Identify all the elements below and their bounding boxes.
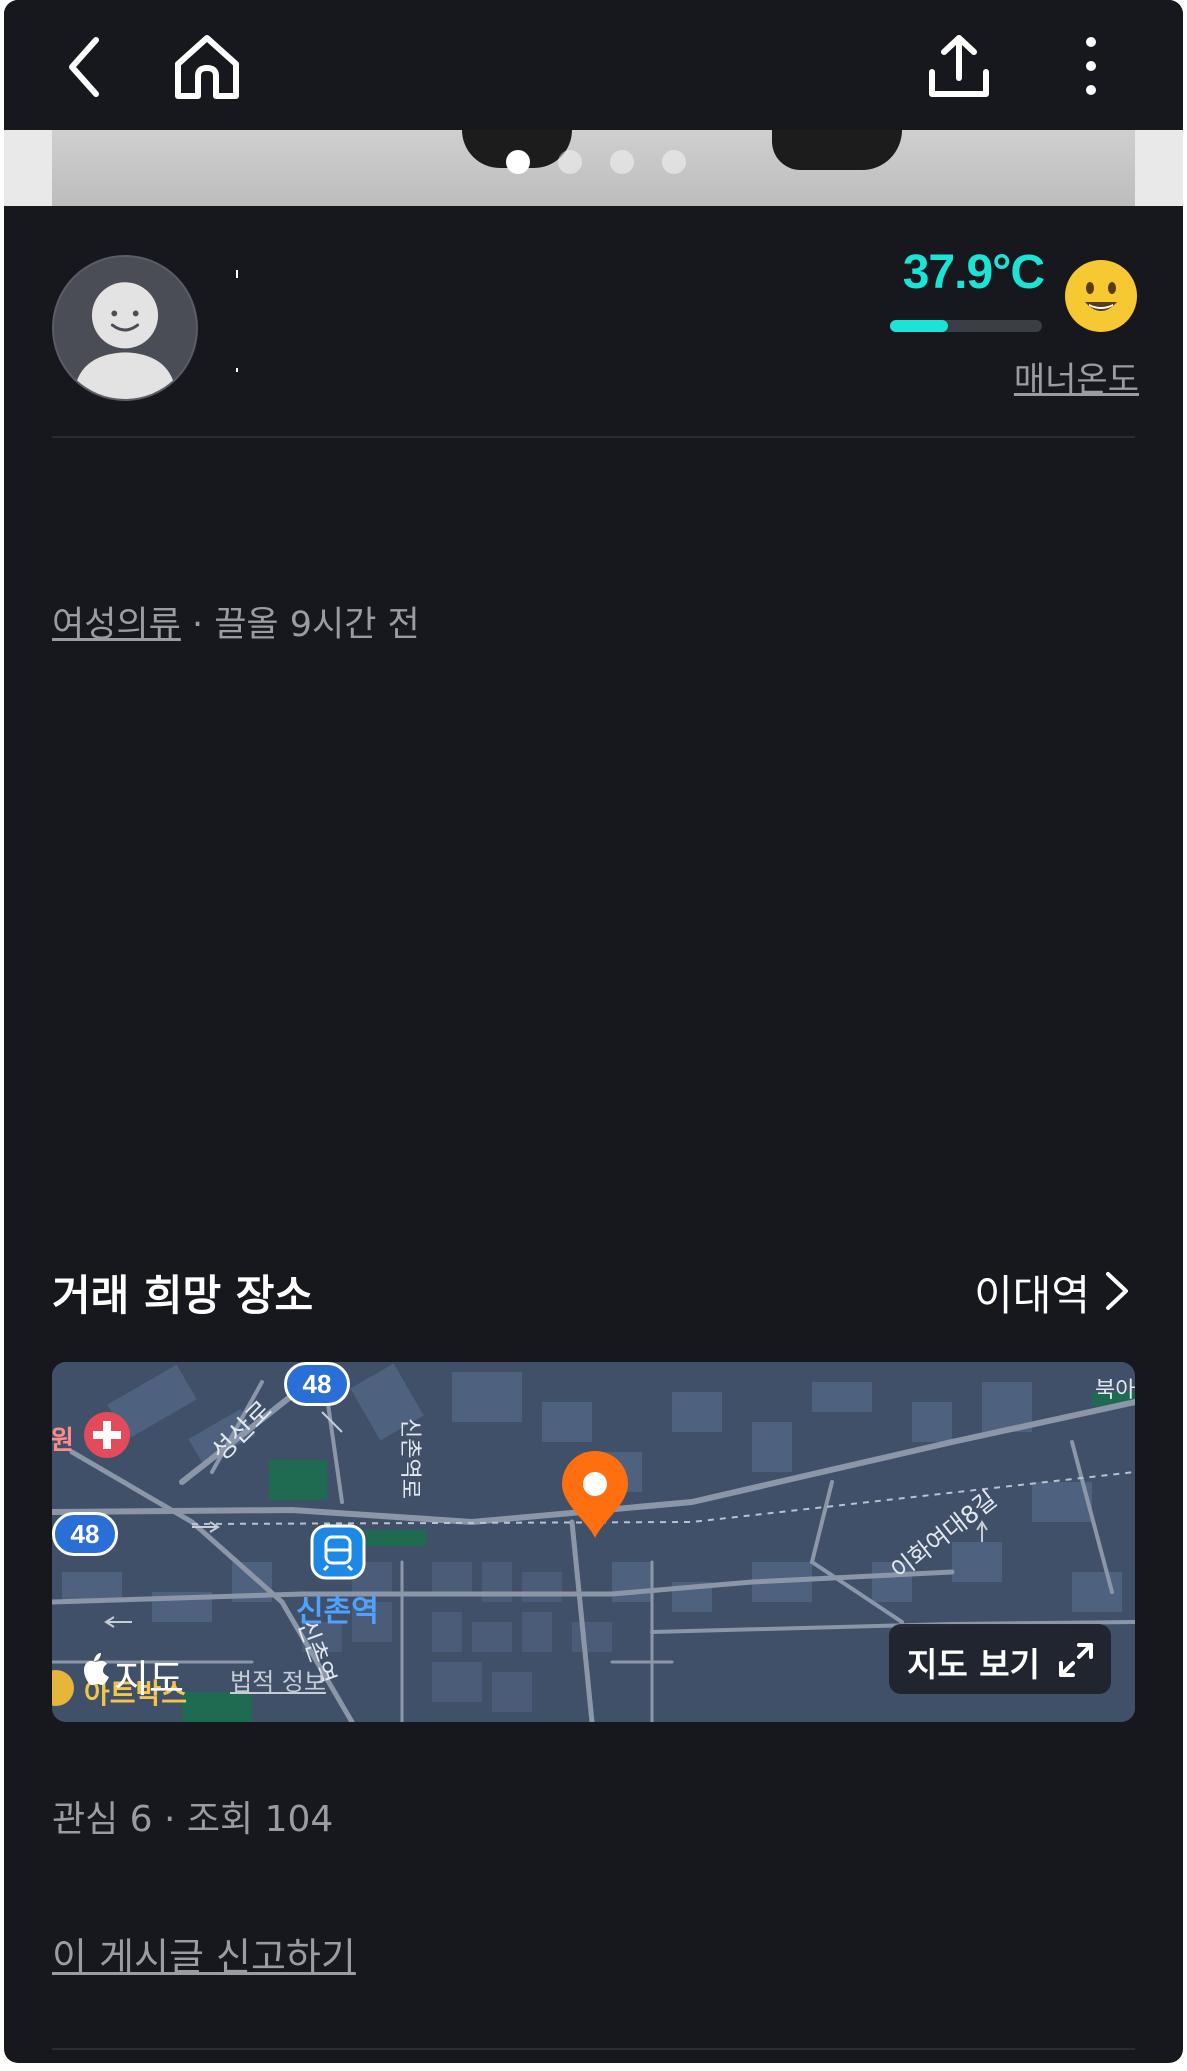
divider [52,436,1135,438]
category-link[interactable]: 여성의류 [52,605,181,645]
chevron-right-icon [1106,1272,1128,1310]
meta-separator: · [180,605,215,645]
temperature-bar [890,320,1042,332]
carousel-dot[interactable] [558,150,582,174]
carousel-dot[interactable] [610,150,634,174]
place-name: 이대역 [974,1271,1090,1320]
post-stats: 관심 6 · 조회 104 [52,1799,334,1840]
smiling-face-icon [1063,258,1139,334]
shopping-icon [52,1670,74,1706]
seller-region [236,368,238,372]
hospital-icon [84,1412,130,1458]
seller-name[interactable] [236,270,238,278]
back-icon[interactable] [50,30,124,104]
carousel-dot[interactable] [662,150,686,174]
expand-icon [1059,1643,1093,1677]
carousel-dot[interactable] [506,150,530,174]
subway-station-icon [310,1524,366,1580]
app-screen: 37.9°C 매너온도 여성의류 · 끌올 9시간 전 거래 희망 장소 이대역 [4,0,1183,2063]
preferred-place-title: 거래 희망 장소 [52,1271,314,1320]
carousel-indicator [4,150,1183,174]
location-pin-icon [562,1451,628,1538]
post-meta: 여성의류 · 끌올 9시간 전 [52,596,420,646]
top-navigation-bar [4,0,1183,130]
map-edge-label: 원 [52,1426,74,1456]
route-badge: 48 [52,1512,118,1556]
seller-avatar[interactable] [52,255,198,401]
view-map-button[interactable]: 지도 보기 [889,1624,1111,1694]
map-brand: 지도 [114,1657,184,1701]
location-map[interactable]: 48 48 원 북아 성산로 신촌역로 이화여대8길 신촌역 신촌역 아트박스 [52,1362,1135,1722]
report-post-link[interactable]: 이 게시글 신고하기 [52,1926,356,1980]
map-edge-label: 북아 [1095,1378,1135,1403]
temperature-bar-fill [890,320,948,332]
home-icon[interactable] [170,30,244,104]
preferred-place-link[interactable]: 이대역 [944,1262,1134,1320]
photo-carousel[interactable] [4,130,1183,206]
divider [52,2048,1135,2050]
share-icon[interactable] [922,30,996,104]
legal-info-link[interactable]: 법적 정보 [230,1662,326,1697]
more-icon[interactable] [1054,30,1128,104]
apple-logo-icon [84,1653,109,1685]
view-map-label: 지도 보기 [907,1645,1040,1684]
road-label: 신촌역로 [397,1418,422,1499]
manner-temperature: 37.9°C [902,246,1045,299]
bump-time: 끌올 9시간 전 [214,605,420,645]
route-badge: 48 [284,1362,350,1406]
station-label: 신촌역 [296,1594,379,1629]
manner-temperature-label[interactable]: 매너온도 [964,352,1139,400]
